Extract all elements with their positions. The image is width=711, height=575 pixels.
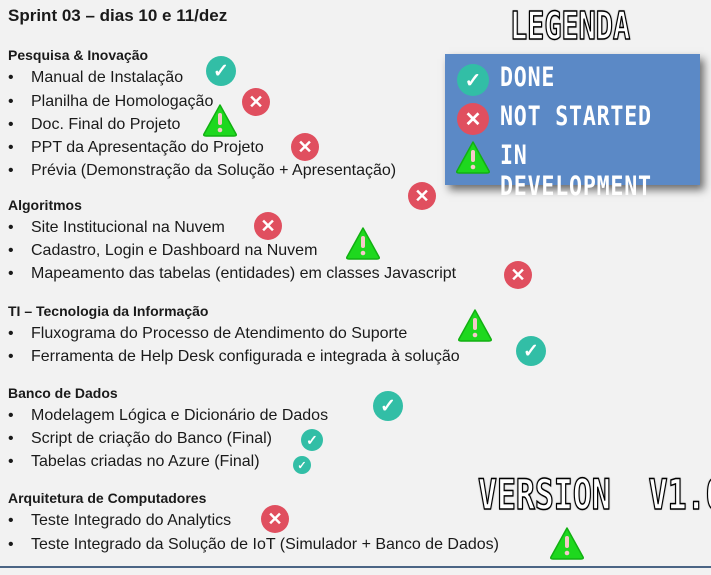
- task-label: Cadastro, Login e Dashboard na Nuvem: [31, 242, 318, 259]
- legend-box: ✓ DONE ✕ NOT STARTED IN DEVELOPMENT: [445, 54, 700, 202]
- warning-icon: [344, 226, 382, 265]
- task-label: Modelagem Lógica e Dicionário de Dados: [31, 407, 329, 424]
- bullet: •: [8, 69, 14, 86]
- section-heading: TI – Tecnologia da Informação: [8, 303, 209, 319]
- section-heading: Pesquisa & Inovação: [8, 47, 149, 63]
- bullet: •: [8, 93, 14, 110]
- x-icon: ✕: [504, 261, 532, 289]
- task-label: Doc. Final do Projeto: [31, 116, 181, 133]
- bullet: •: [8, 512, 14, 529]
- task-item: • Cadastro, Login e Dashboard na Nuvem: [8, 241, 317, 261]
- page-title: Sprint 03 – dias 10 e 11/dez: [8, 6, 228, 25]
- legend-in-development: IN DEVELOPMENT: [500, 140, 652, 202]
- task-item: • Teste Integrado do Analytics: [8, 511, 231, 531]
- x-icon: ✕: [408, 182, 436, 210]
- bullet: •: [8, 453, 14, 470]
- task-label: Mapeamento das tabelas (entidades) em cl…: [31, 265, 457, 282]
- section-heading: Arquitetura de Computadores: [8, 490, 207, 506]
- bullet: •: [8, 407, 14, 424]
- bottom-divider: [0, 566, 711, 568]
- task-label: Prévia (Demonstração da Solução + Aprese…: [31, 162, 397, 179]
- task-item: • Fluxograma do Processo de Atendimento d…: [8, 324, 407, 344]
- task-item: • Script de criação do Banco (Final): [8, 429, 272, 449]
- task-item: • Modelagem Lógica e Dicionário de Dados: [8, 406, 328, 426]
- legend-title: LEGENDA: [509, 3, 631, 49]
- task-label: Tabelas criadas no Azure (Final): [31, 453, 260, 470]
- check-icon: ✓: [373, 391, 403, 421]
- x-icon: ✕: [242, 88, 270, 116]
- task-item: • Site Institucional na Nuvem: [8, 218, 225, 238]
- task-label: Planilha de Homologação: [31, 93, 214, 110]
- legend-done: DONE: [500, 62, 556, 93]
- task-label: Site Institucional na Nuvem: [31, 219, 225, 236]
- task-label: Script de criação do Banco (Final): [31, 430, 272, 447]
- task-item: • Tabelas criadas no Azure (Final): [8, 452, 260, 472]
- version-label: VERSION V1.02: [477, 469, 711, 520]
- x-icon: ✕: [291, 133, 319, 161]
- task-item: • Doc. Final do Projeto: [8, 115, 180, 135]
- bullet: •: [8, 536, 14, 553]
- task-label: Manual de Instalação: [31, 69, 184, 86]
- x-icon: ✕: [254, 212, 282, 240]
- warning-icon: [455, 140, 491, 179]
- check-icon: ✓: [457, 64, 489, 96]
- task-label: PPT da Apresentação do Projeto: [31, 139, 264, 156]
- bullet: •: [8, 219, 14, 236]
- task-label: Fluxograma do Processo de Atendimento do…: [31, 325, 408, 342]
- bullet: •: [8, 116, 14, 133]
- task-item: • Planilha de Homologação: [8, 92, 213, 112]
- task-label: Teste Integrado da Solução de IoT (Simul…: [31, 536, 499, 553]
- check-icon: ✓: [293, 456, 311, 474]
- section-heading: Algoritmos: [8, 197, 82, 213]
- task-item: • Prévia (Demonstração da Solução + Apres…: [8, 161, 396, 181]
- x-icon: ✕: [457, 103, 489, 135]
- warning-icon: [201, 103, 239, 142]
- task-item: • Manual de Instalação: [8, 68, 183, 88]
- bullet: •: [8, 265, 14, 282]
- task-item: • Mapeamento das tabelas (entidades) em c…: [8, 264, 456, 284]
- task-item: • Teste Integrado da Solução de IoT (Simu…: [8, 535, 499, 555]
- bullet: •: [8, 162, 14, 179]
- check-icon: ✓: [206, 56, 236, 86]
- task-label: Teste Integrado do Analytics: [31, 512, 232, 529]
- bullet: •: [8, 325, 14, 342]
- warning-icon: [548, 526, 586, 565]
- bullet: •: [8, 139, 14, 156]
- check-icon: ✓: [516, 336, 546, 366]
- task-item: • PPT da Apresentação do Projeto: [8, 138, 264, 158]
- warning-icon: [456, 308, 494, 347]
- bullet: •: [8, 430, 14, 447]
- x-icon: ✕: [261, 505, 289, 533]
- legend-not-started: NOT STARTED: [500, 101, 652, 132]
- check-icon: ✓: [301, 429, 323, 451]
- section-heading: Banco de Dados: [8, 385, 118, 401]
- task-item: • Ferramenta de Help Desk configurada e i…: [8, 347, 460, 367]
- bullet: •: [8, 348, 14, 365]
- task-label: Ferramenta de Help Desk configurada e in…: [31, 348, 460, 365]
- bullet: •: [8, 242, 14, 259]
